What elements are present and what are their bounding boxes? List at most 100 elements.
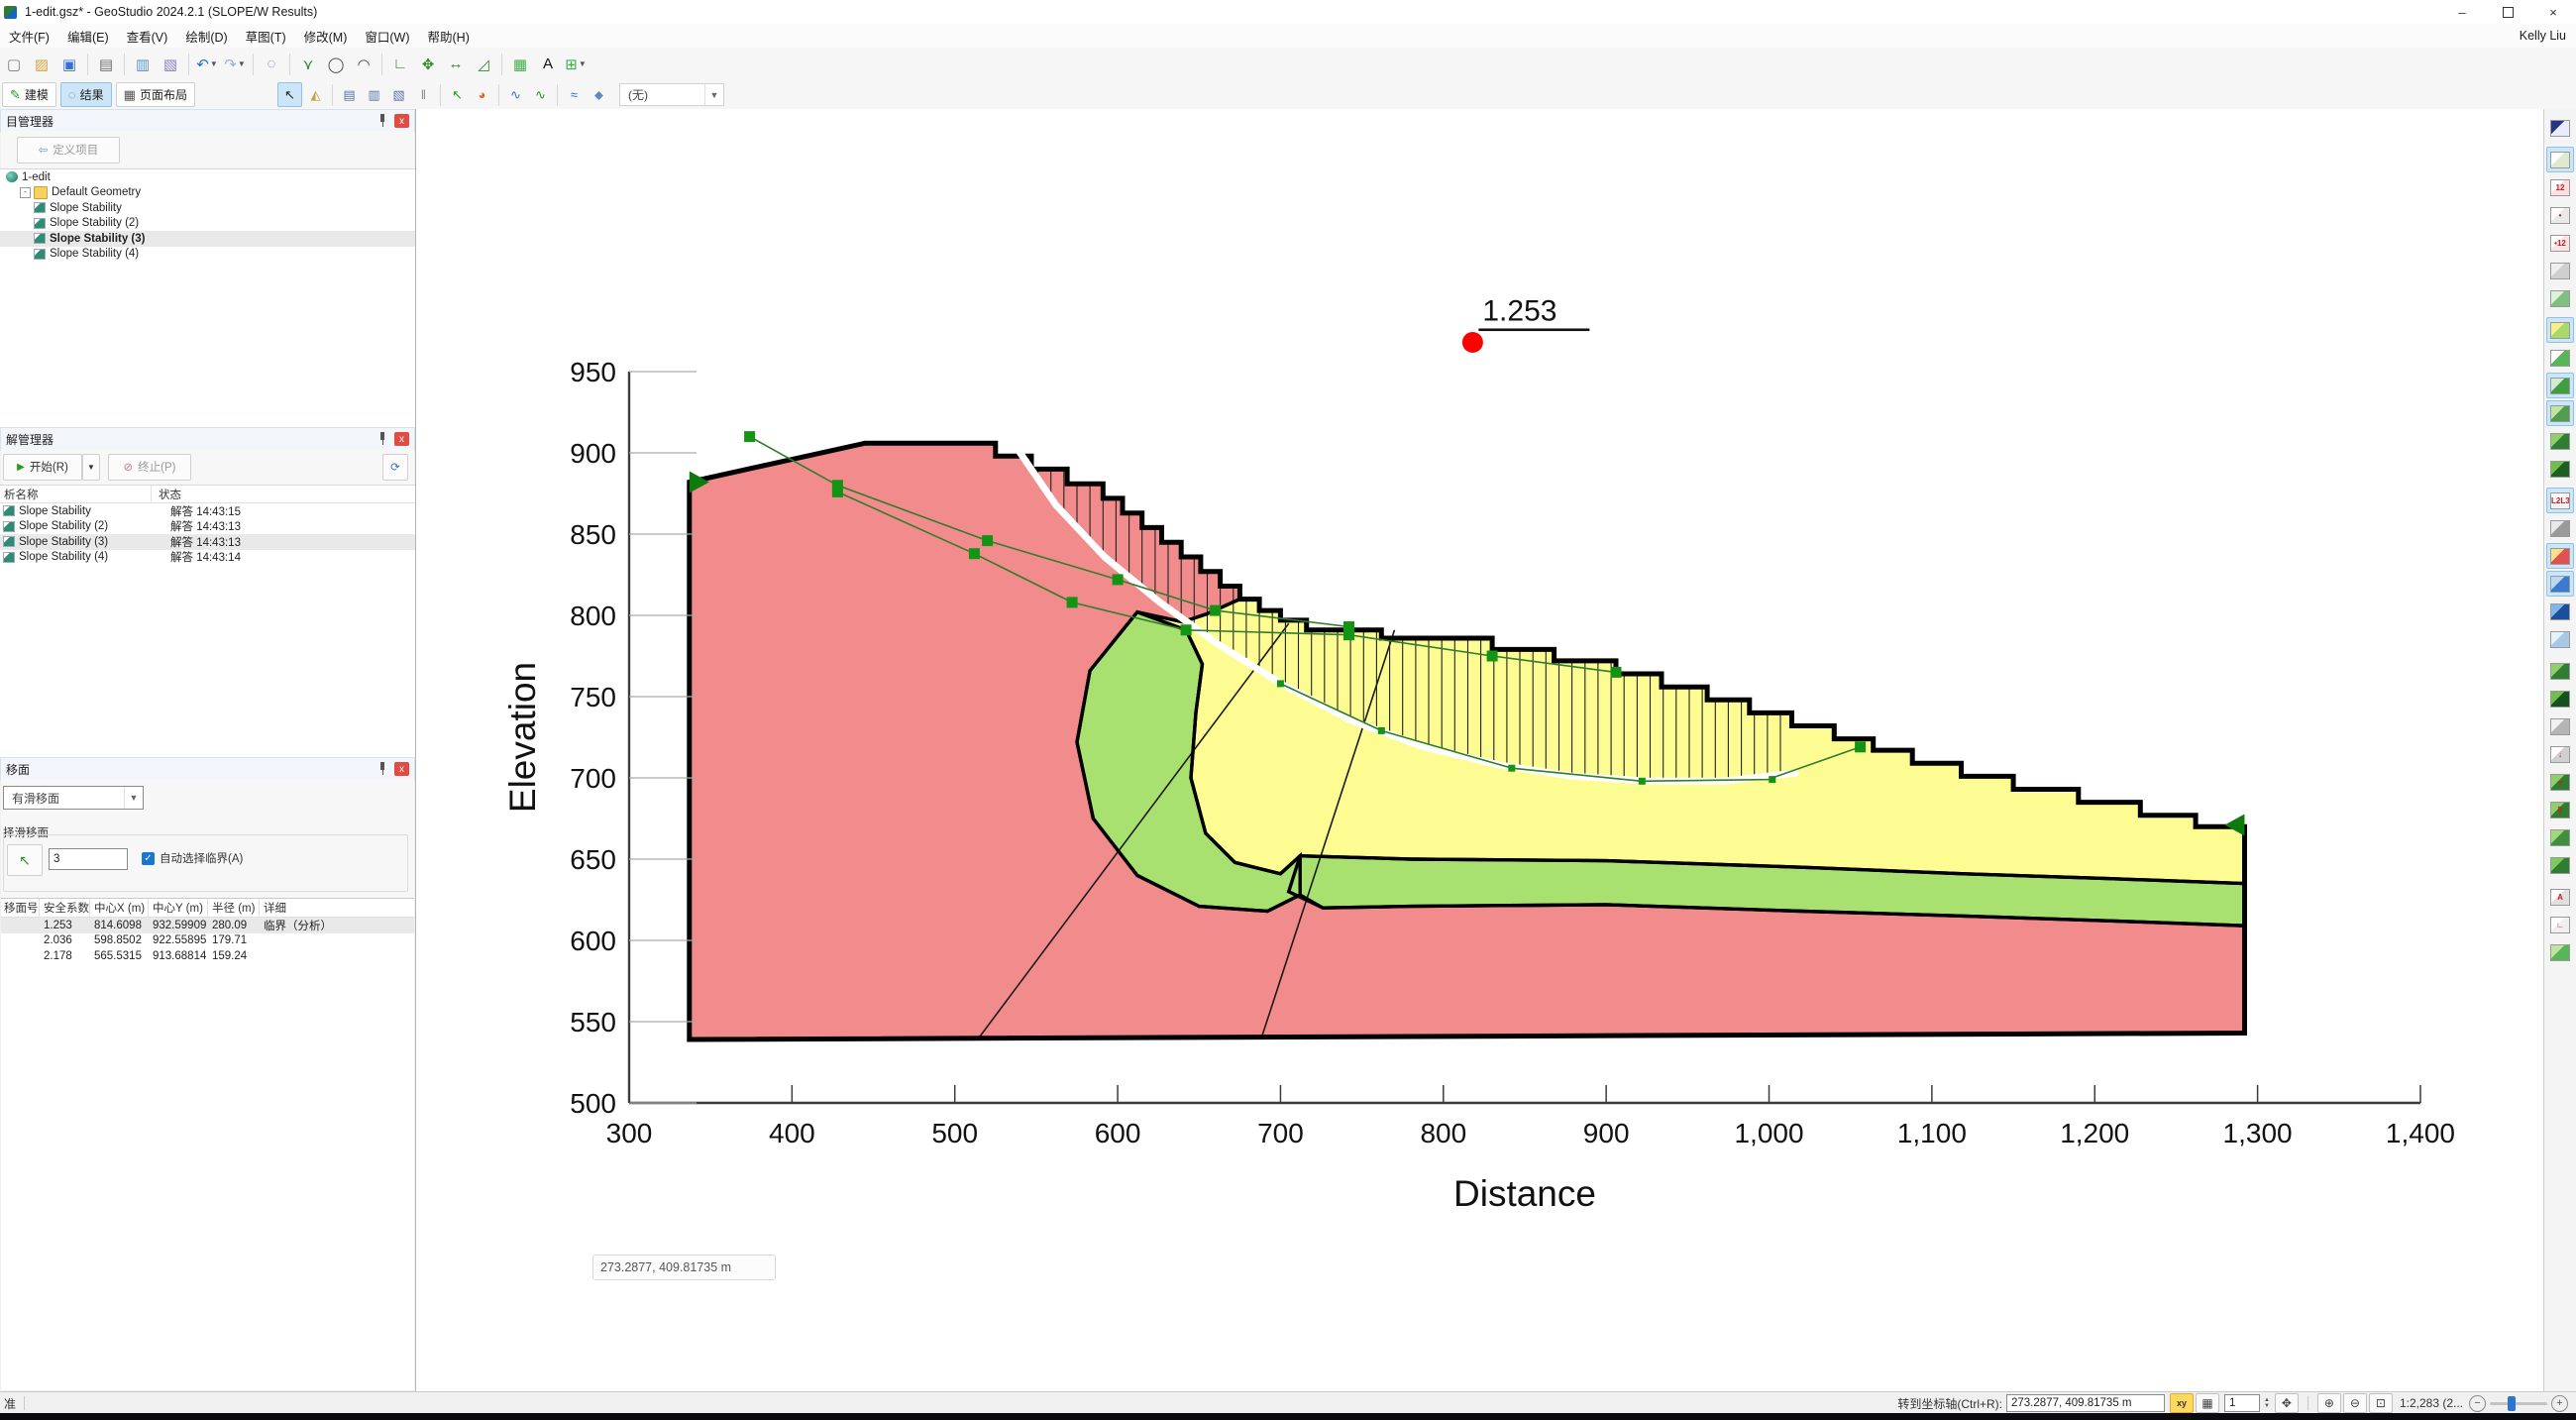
redo-icon[interactable]: ↷▼	[222, 52, 248, 77]
draw-arc-icon[interactable]: ◠	[351, 52, 376, 77]
drawing-canvas[interactable]: 1.25350055060065070075080085090095030040…	[416, 109, 2544, 1391]
animation-icon[interactable]: ‖	[412, 83, 435, 106]
zoom-slider-minus[interactable]: −	[2469, 1395, 2486, 1412]
zoom-in-button[interactable]: ⊕	[2317, 1393, 2341, 1413]
menu-item-1[interactable]: 文件(F)	[0, 27, 58, 46]
copy-icon[interactable]: ▥	[130, 52, 156, 77]
gray-waves-icon[interactable]	[2546, 713, 2574, 739]
save-icon[interactable]: ▣	[56, 52, 82, 77]
insert-image-icon[interactable]: ▦	[507, 52, 533, 77]
draw-region-icon[interactable]	[2546, 317, 2574, 343]
print-icon[interactable]: ▤	[93, 52, 119, 77]
solve-start-dropdown[interactable]: ▼	[82, 454, 100, 481]
page-layout-button[interactable]: ▦ 页面布局	[116, 82, 195, 107]
select-slip-icon[interactable]: ↖	[446, 83, 469, 106]
slip-filter-combo[interactable]: 有滑移面 ▼	[3, 786, 144, 810]
graph-icon[interactable]: ∿	[504, 83, 527, 106]
solve-stop-button[interactable]: ⊘ 终止(P)	[108, 454, 191, 481]
view-regions-icon[interactable]	[2546, 147, 2574, 172]
soil-wedge2-icon[interactable]	[2546, 456, 2574, 482]
grid-toggle-button[interactable]: ▦	[2196, 1393, 2219, 1413]
view-grid-icon[interactable]	[2546, 258, 2574, 283]
paste-icon[interactable]: ▧	[158, 52, 183, 77]
open-folder-icon[interactable]: ▨	[29, 52, 54, 77]
copy-report-icon[interactable]: ▤	[338, 83, 361, 106]
menu-item-2[interactable]: 编辑(E)	[58, 27, 118, 46]
restore-button[interactable]	[2485, 0, 2530, 24]
view-region-numbers-icon[interactable]: 12	[2546, 174, 2574, 200]
pin-icon[interactable]	[376, 762, 388, 775]
view-points-icon[interactable]: •	[2546, 202, 2574, 228]
find-text-icon[interactable]: A	[2546, 884, 2574, 910]
tree-item-slope-stability-4-[interactable]: Slope Stability (4)	[0, 247, 415, 263]
solver-row[interactable]: Slope Stability (4)解答 14:43:14	[0, 550, 415, 566]
panel-close-icon[interactable]: x	[394, 762, 409, 776]
auto-critical-checkbox[interactable]: ✓	[142, 852, 155, 865]
soil-wedge-icon[interactable]	[2546, 428, 2574, 454]
coordinate-mode-button[interactable]: xy	[2170, 1393, 2194, 1413]
insert-text-icon[interactable]: A	[535, 52, 561, 77]
strength-slope-icon[interactable]	[2546, 658, 2574, 684]
zoom-out-button[interactable]: ⊖	[2343, 1393, 2367, 1413]
pin-icon[interactable]	[376, 432, 388, 445]
select-region-icon[interactable]: ◭	[304, 83, 327, 106]
panel-close-icon[interactable]: x	[394, 432, 409, 446]
slip-row[interactable]: 2.178565.5315913.68814159.24	[1, 948, 414, 964]
flow-icon[interactable]: ≈	[563, 83, 586, 106]
slip-arc-icon[interactable]	[2546, 400, 2574, 426]
modeling-mode-button[interactable]: ✎ 建模	[2, 82, 56, 107]
draw-circle-icon[interactable]: ◯	[323, 52, 349, 77]
gravel-layer-icon[interactable]: ⠿	[2546, 797, 2574, 822]
tree-item-slope-stability[interactable]: Slope Stability	[0, 200, 415, 216]
slip-surfaces-icon[interactable]	[2546, 515, 2574, 541]
tree-item-1-edit[interactable]: 1-edit	[0, 169, 415, 185]
menu-item-7[interactable]: 窗口(W)	[356, 27, 418, 46]
graph2-icon[interactable]: ∿	[529, 83, 552, 106]
chart-image-icon[interactable]	[2546, 939, 2574, 965]
slice-info-icon[interactable]: L2L3	[2546, 488, 2574, 513]
define-project-button[interactable]: ⇦ 定义项目	[17, 137, 120, 164]
menu-item-3[interactable]: 查看(V)	[118, 27, 177, 46]
zoom-slider-plus[interactable]: +	[2551, 1395, 2568, 1412]
menu-item-5[interactable]: 草图(T)	[237, 27, 295, 46]
view-table-icon[interactable]	[2546, 285, 2574, 311]
zoom-slider[interactable]	[2490, 1402, 2547, 1405]
view-point-numbers-icon[interactable]: •12	[2546, 230, 2574, 256]
page-report-icon[interactable]: ▧	[387, 83, 410, 106]
menu-item-4[interactable]: 绘制(D)	[176, 27, 236, 46]
results-mode-button[interactable]: ◌ 结果	[60, 82, 112, 107]
coordinate-input[interactable]	[2006, 1394, 2165, 1412]
water-image-icon[interactable]	[2546, 599, 2574, 624]
reinforcement-icon[interactable]: ┯	[2546, 769, 2574, 795]
contour-blue-icon[interactable]	[2546, 571, 2574, 597]
cursor-tool-icon[interactable]: ↖	[277, 82, 302, 107]
expander-icon[interactable]: -	[20, 187, 31, 198]
sketch-dimension-icon[interactable]: ↔	[443, 52, 469, 77]
solver-row[interactable]: Slope Stability解答 14:43:15	[0, 503, 415, 519]
green-slope-b-icon[interactable]	[2546, 852, 2574, 878]
tree-item-default-geometry[interactable]: -Default Geometry	[0, 185, 415, 201]
green-slope-a-icon[interactable]	[2546, 824, 2574, 850]
solve-start-button[interactable]: ▶ 开始(R)	[3, 454, 82, 481]
zoom-region-button[interactable]: ⊡	[2369, 1393, 2393, 1413]
solver-row[interactable]: Slope Stability (3)解答 14:43:13	[0, 534, 415, 550]
view-mesh-icon[interactable]	[2546, 115, 2574, 141]
slip-row[interactable]: 2.036598.8502922.55895179.71	[1, 933, 414, 949]
sketch-angle-icon[interactable]: ◿	[471, 52, 496, 77]
pan-button[interactable]: ✥	[2275, 1393, 2299, 1413]
menu-item-6[interactable]: 修改(M)	[295, 27, 357, 46]
slope-geometry-icon[interactable]	[2546, 345, 2574, 371]
lasso-icon[interactable]: ◌	[259, 52, 284, 77]
slip-count-input[interactable]	[49, 848, 128, 870]
insert-table-icon[interactable]: ⊞▼	[563, 52, 589, 77]
page-spinner[interactable]: ▲▼	[2264, 1397, 2270, 1409]
water-faded-icon[interactable]	[2546, 626, 2574, 652]
sketch-move-icon[interactable]: ✥	[415, 52, 441, 77]
strength-slope2-icon[interactable]	[2546, 686, 2574, 711]
pick-slip-button[interactable]: ↖	[7, 844, 43, 876]
slip-row[interactable]: 1.253814.6098932.59909280.09临界（分析）	[1, 918, 414, 933]
tree-item-slope-stability-2-[interactable]: Slope Stability (2)	[0, 216, 415, 232]
graph-axes-icon[interactable]: ∟	[2546, 912, 2574, 937]
refresh-button[interactable]: ⟳	[382, 454, 408, 481]
new-file-icon[interactable]: ▢	[1, 52, 27, 77]
